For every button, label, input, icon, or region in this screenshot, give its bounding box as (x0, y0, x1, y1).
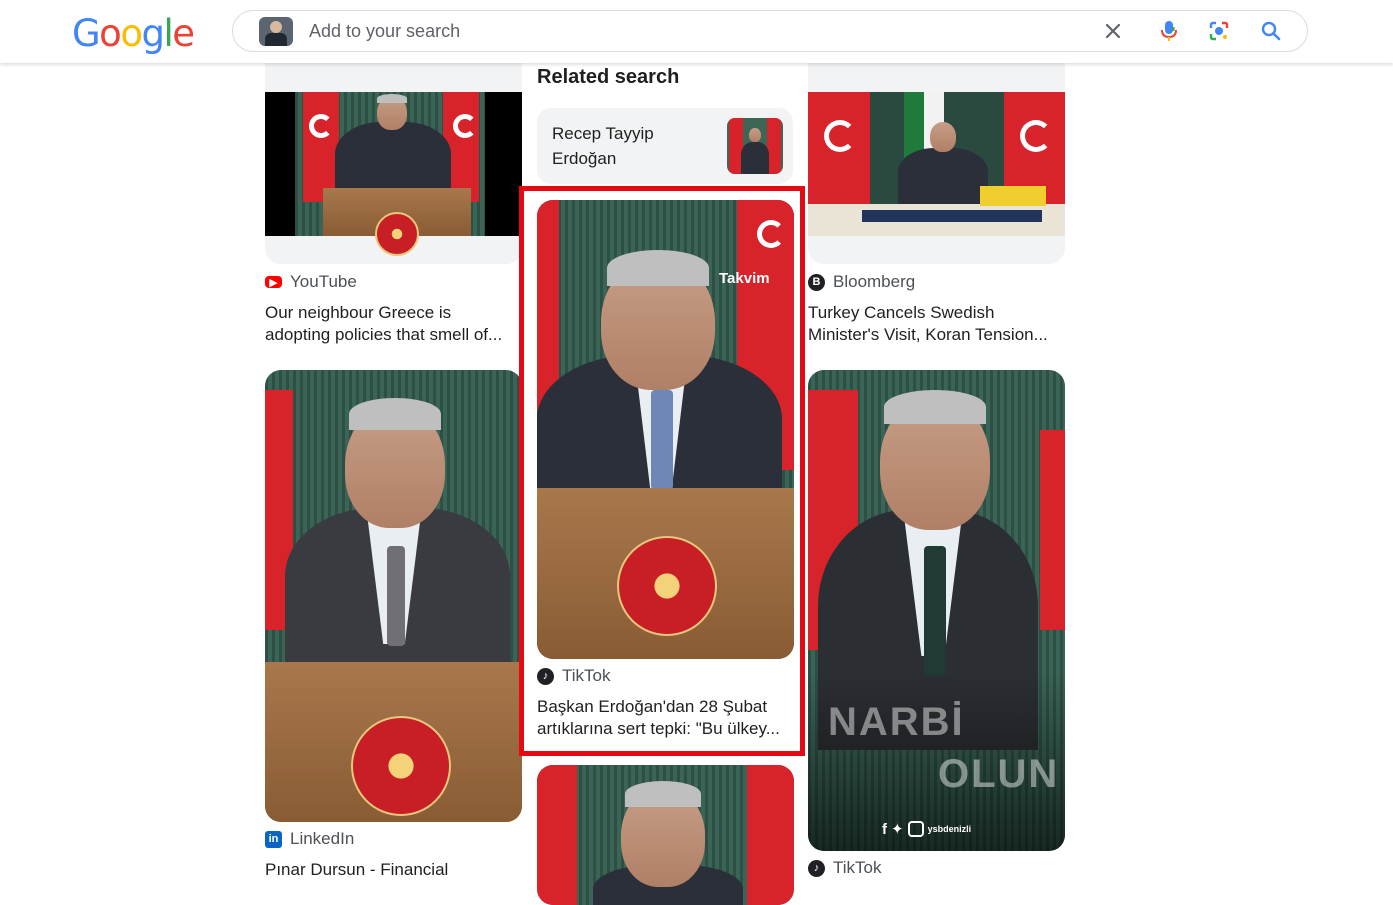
close-icon[interactable] (1097, 15, 1129, 47)
result-thumbnail[interactable] (808, 63, 1065, 264)
logo-letter: e (172, 12, 195, 55)
source-name: TikTok (833, 858, 882, 877)
logo-letter: o (120, 12, 143, 55)
mic-icon[interactable] (1153, 15, 1185, 47)
title-line: Turkey Cancels Swedish (808, 303, 995, 322)
result-thumbnail[interactable]: Takvim (537, 200, 794, 659)
logo-letter: l (163, 12, 173, 55)
result-title[interactable]: Turkey Cancels Swedish Minister's Visit,… (808, 302, 1064, 346)
source-name: TikTok (562, 666, 611, 685)
query-image-thumbnail[interactable] (259, 17, 293, 46)
result-source[interactable]: B Bloomberg (808, 272, 915, 292)
chip-label: Recep Tayyip (552, 124, 654, 143)
source-name: Bloomberg (833, 272, 916, 291)
google-logo[interactable]: Google (72, 12, 195, 55)
title-line: Başkan Erdoğan'dan 28 Şubat (537, 697, 768, 716)
result-title[interactable]: Pınar Dursun - Financial (265, 859, 521, 881)
social-handle: ysbdenizli (927, 824, 972, 834)
chip-label: Erdoğan (552, 149, 617, 168)
tiktok-icon: ♪ (808, 859, 825, 877)
source-name: YouTube (290, 272, 357, 291)
facebook-icon: f (882, 820, 887, 838)
result-thumbnail[interactable] (265, 370, 522, 822)
tiktok-icon: ♪ (537, 667, 554, 685)
related-search-heading: Related search (537, 66, 680, 88)
channel-watermark: Takvim (719, 270, 770, 287)
result-source[interactable]: in LinkedIn (265, 829, 354, 849)
search-box[interactable]: Add to your search (232, 10, 1308, 52)
source-name: LinkedIn (290, 829, 355, 848)
camera-lens-icon[interactable] (1203, 15, 1235, 47)
result-title[interactable]: Our neighbour Greece is adopting policie… (265, 302, 521, 346)
logo-letter: g (141, 12, 165, 55)
youtube-icon: ▶ (265, 276, 282, 289)
video-overlay-text: NARBİ (828, 700, 965, 744)
title-line: Pınar Dursun - Financial (265, 860, 449, 879)
top-bar: Google Add to your search (0, 0, 1393, 63)
related-thumbnail (727, 118, 783, 174)
result-thumbnail[interactable] (265, 63, 522, 264)
result-thumbnail[interactable]: NARBİ OLUN f ✦ ysbdenizli (808, 370, 1065, 851)
instagram-icon (907, 821, 924, 837)
twitter-icon: ✦ (891, 821, 904, 838)
title-line: artıklarına sert tepki: "Bu ülkey... (537, 719, 780, 738)
title-line: Our neighbour Greece is (265, 303, 452, 322)
related-search-chip[interactable]: Recep Tayyip Erdoğan (537, 108, 793, 184)
video-overlay-text: OLUN (938, 752, 1060, 796)
result-source[interactable]: ▶ YouTube (265, 272, 357, 292)
logo-letter: G (72, 12, 101, 55)
result-source[interactable]: ♪ TikTok (808, 858, 882, 878)
result-thumbnail[interactable] (537, 765, 794, 905)
bloomberg-icon: B (808, 273, 825, 291)
result-title[interactable]: Başkan Erdoğan'dan 28 Şubat artıklarına … (537, 696, 793, 740)
search-input[interactable]: Add to your search (309, 21, 460, 42)
search-icon[interactable] (1255, 15, 1287, 47)
logo-letter: o (99, 12, 122, 55)
result-source[interactable]: ♪ TikTok (537, 666, 611, 686)
title-line: adopting policies that smell of... (265, 325, 503, 344)
linkedin-icon: in (265, 830, 282, 848)
title-line: Minister's Visit, Koran Tension... (808, 325, 1048, 344)
